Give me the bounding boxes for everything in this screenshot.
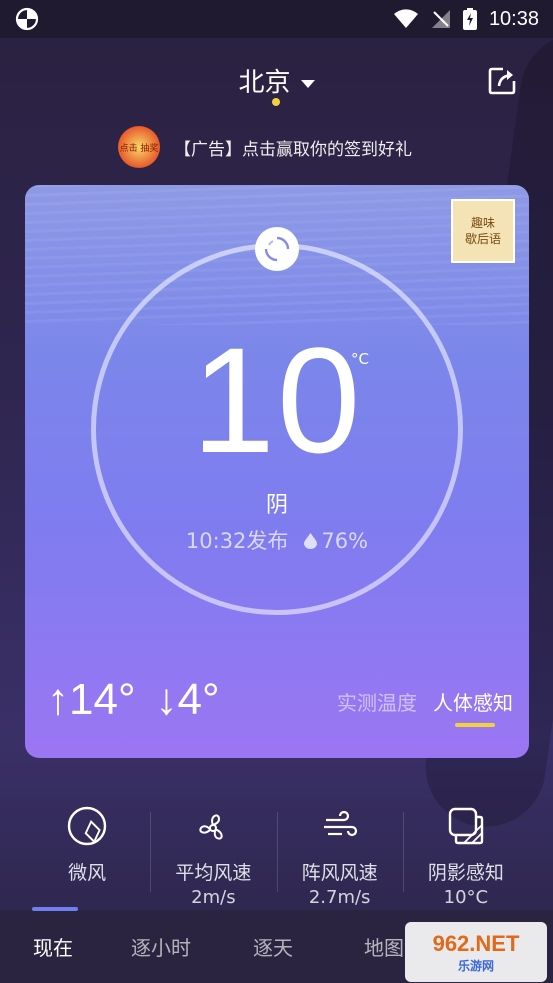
metric-label: 微风 (68, 862, 107, 884)
metric-shade-feel[interactable]: 阴影感知 10°C (402, 800, 529, 910)
humidity-drop-icon (304, 533, 318, 549)
metric-label: 平均风速 (175, 862, 252, 884)
wind-icon (323, 810, 357, 837)
app-logo-icon (15, 7, 39, 31)
active-tab-underline (455, 723, 495, 727)
tab-feel-temperature[interactable]: 人体感知 (433, 687, 513, 727)
bottom-nav: 现在 逐小时 逐天 地图 962.NET 乐游网 (0, 907, 553, 983)
current-temperature: 10 (191, 316, 363, 484)
promo-line1: 趣味 (470, 216, 495, 230)
ad-banner[interactable]: 点击 抽奖 【广告】点击赢取你的签到好礼 (118, 125, 438, 169)
high-low: ↑14° ↓4° (47, 675, 220, 725)
caret-down-icon (300, 79, 315, 88)
metrics-row: 微风 平均风速 2m/s 阵风风速 2.7m/s 阴影感知 10°C (24, 800, 529, 910)
city-selector[interactable]: 北京 (0, 62, 553, 99)
publish-time: 10:32发布 (185, 529, 289, 553)
refresh-button[interactable] (255, 227, 299, 271)
temperature-mode-tabs: 实测温度 人体感知 (337, 687, 513, 727)
temperature-unit: °C (351, 350, 369, 368)
watermark-sub: 乐游网 (457, 958, 494, 973)
tab-daily[interactable]: 逐天 (253, 932, 293, 961)
tab-hourly[interactable]: 逐小时 (131, 932, 191, 961)
refresh-icon (264, 236, 290, 262)
city-name: 北京 (238, 68, 291, 98)
metric-label: 阴影感知 (427, 862, 504, 884)
shade-icon (448, 807, 484, 845)
low-temperature: ↓4° (155, 675, 220, 724)
metric-value: 2.7m/s (308, 887, 371, 908)
weather-card: 趣味 歇后语 10 °C 阴 10:32发布 76% ↑14° ↓4° 实测温度 … (25, 185, 529, 758)
publish-line: 10:32发布 76% (25, 525, 529, 555)
high-temperature: ↑14° (47, 675, 136, 724)
ad-badge: 点击 抽奖 (118, 126, 160, 168)
metric-label: 阵风风速 (301, 862, 378, 884)
promo-tile[interactable]: 趣味 歇后语 (451, 199, 515, 263)
weather-condition: 阴 (265, 493, 288, 518)
tab-measured-temperature[interactable]: 实测温度 (337, 687, 417, 716)
status-time: 10:38 (488, 7, 539, 30)
tab-now[interactable]: 现在 (33, 932, 73, 961)
metric-average-wind[interactable]: 平均风速 2m/s (150, 800, 276, 910)
header: 北京 (0, 58, 553, 108)
no-signal-icon (431, 10, 450, 28)
humidity-value: 76% (321, 529, 369, 553)
nav-active-indicator (32, 907, 78, 911)
wifi-icon (393, 9, 418, 28)
status-bar: 10:38 (0, 0, 553, 38)
metric-wind-level[interactable]: 微风 (24, 800, 150, 910)
promo-line2: 歇后语 (464, 232, 501, 246)
battery-icon (462, 8, 477, 30)
metric-value: 10°C (443, 887, 489, 908)
metric-gust-wind[interactable]: 阵风风速 2.7m/s (276, 800, 403, 910)
share-icon[interactable] (487, 64, 519, 96)
watermark-main: 962.NET (432, 930, 520, 956)
site-watermark: 962.NET 乐游网 (405, 922, 547, 982)
ad-text: 【广告】点击赢取你的签到好礼 (174, 139, 412, 160)
tab-feel-label: 人体感知 (433, 691, 513, 715)
metric-value: 2m/s (191, 887, 236, 908)
tab-map[interactable]: 地图 (364, 932, 404, 961)
page-indicator-dot (272, 98, 280, 106)
fan-icon (199, 814, 224, 840)
compass-icon (67, 806, 107, 846)
